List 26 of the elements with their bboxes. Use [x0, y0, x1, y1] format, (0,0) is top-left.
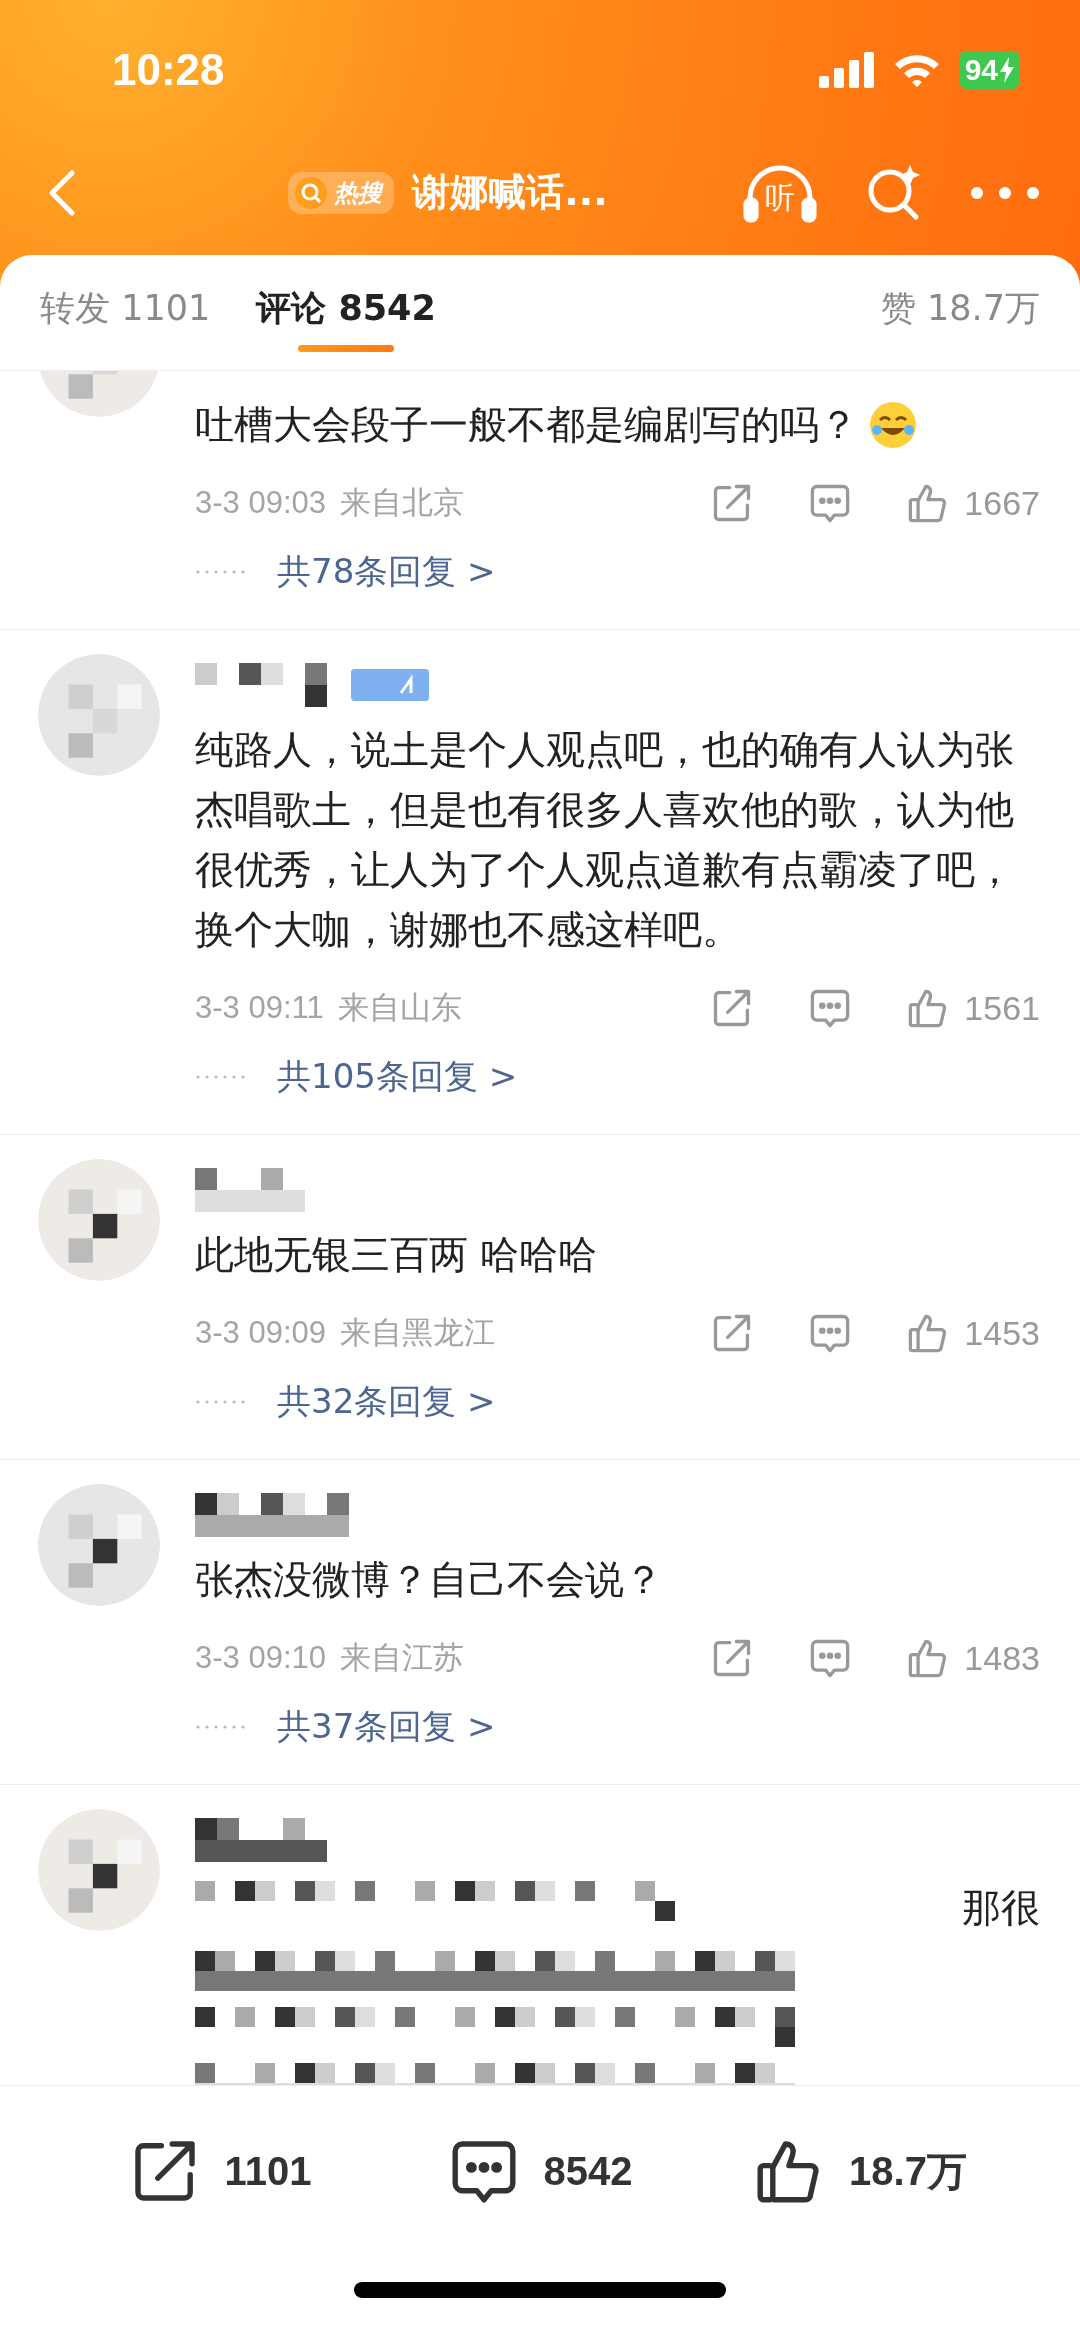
comment-time: 3-3 09:03	[195, 485, 326, 520]
status-time: 10:28	[112, 44, 226, 95]
comment-time: 3-3 09:09	[195, 1315, 326, 1350]
comment-location: 来自北京	[340, 485, 464, 520]
replies-link[interactable]: 共105条回复 >	[277, 1054, 518, 1100]
likes-tab[interactable]: 赞 18.7万	[880, 273, 1040, 352]
comment-time: 3-3 09:10	[195, 1640, 326, 1675]
comment-text: 张杰没微博？自己不会说？	[195, 1556, 663, 1604]
comment-text: 此地无银三百两 哈哈哈	[195, 1231, 598, 1279]
battery-indicator: 94	[958, 51, 1020, 89]
replies-link[interactable]: 共37条回复 >	[277, 1704, 496, 1750]
replies-link[interactable]: 共78条回复 >	[277, 549, 496, 595]
comment-location: 来自江苏	[340, 1640, 464, 1675]
comment-text: 纯路人，说土是个人观点吧，也的确有人认为张杰唱歌土，但是也有很多人喜欢他的歌，认为他很优秀，让人为了个人观点道歉有点霸凌了吧，换个大咖，谢娜也不感这样吧。	[195, 726, 1015, 954]
page-title: 谢娜喊话...	[412, 169, 608, 216]
repost-button[interactable]: 1101	[60, 2134, 380, 2208]
tab[interactable]: 评论 8542	[256, 273, 436, 352]
comment-location: 来自黑龙江	[340, 1315, 495, 1350]
comment-time: 3-3 09:11	[195, 990, 324, 1025]
replies-link[interactable]: 共32条回复 >	[277, 1379, 496, 1425]
comment-location: 来自山东	[337, 990, 462, 1025]
like-button[interactable]: 18.7万	[700, 2134, 1020, 2208]
comment-text: 那很	[962, 1884, 1040, 1932]
comment-button[interactable]: 8542	[380, 2134, 700, 2208]
tab[interactable]: 转发 1101	[40, 273, 211, 352]
comment-text: 吐槽大会段子一般不都是编剧写的吗？	[195, 401, 858, 449]
